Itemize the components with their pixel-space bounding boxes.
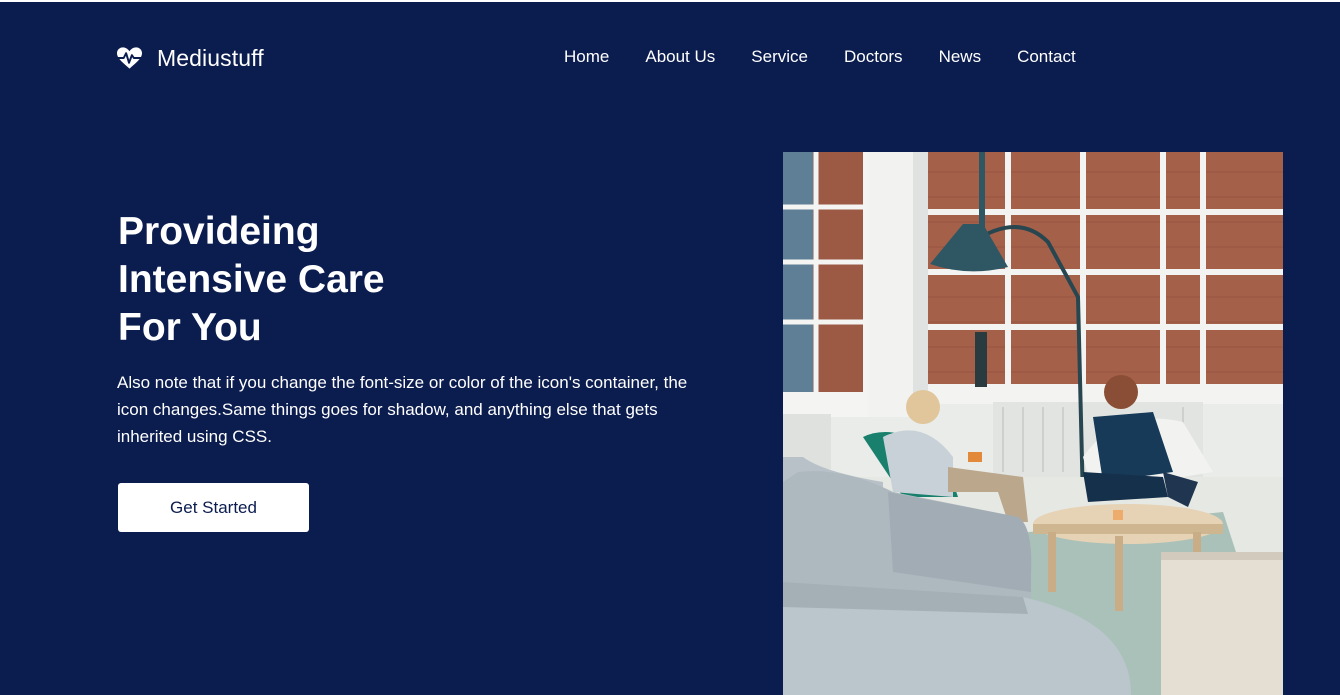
brand-logo-link[interactable]: Mediustuff	[116, 42, 264, 74]
counseling-room-photo	[783, 152, 1283, 695]
nav-link-about-us[interactable]: About Us	[645, 44, 715, 70]
heart-pulse-icon	[116, 47, 143, 69]
nav-link-contact[interactable]: Contact	[1017, 44, 1076, 70]
navbar: Mediustuff Home About Us Service Doctors…	[0, 2, 1340, 112]
hero-image	[783, 152, 1283, 695]
hero-title: Provideing Intensive Care For You	[118, 208, 538, 352]
nav-link-service[interactable]: Service	[751, 44, 808, 70]
hero-title-line: Provideing	[118, 210, 320, 253]
brand-name: Mediustuff	[157, 44, 264, 71]
nav-link-doctors[interactable]: Doctors	[844, 44, 903, 70]
nav-menu: Home About Us Service Doctors News Conta…	[564, 44, 1112, 70]
hero-description: Also note that if you change the font-si…	[117, 373, 688, 446]
hero-title-line: For You	[118, 306, 262, 349]
nav-link-news[interactable]: News	[939, 44, 982, 70]
nav-link-home[interactable]: Home	[564, 44, 609, 70]
get-started-button[interactable]: Get Started	[118, 483, 309, 532]
hero-title-line: Intensive Care	[118, 258, 385, 301]
